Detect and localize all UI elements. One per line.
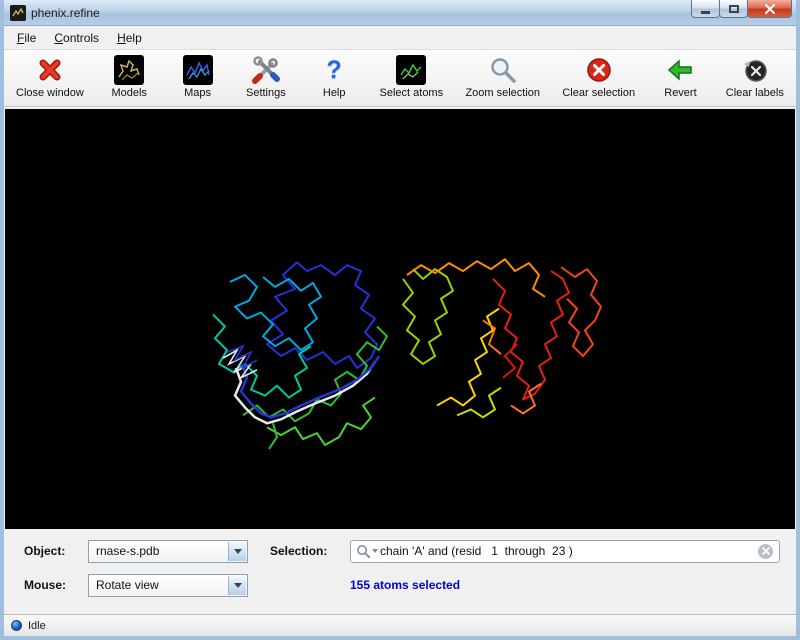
close-button[interactable]: [747, 0, 792, 18]
tool-label: Revert: [664, 87, 696, 99]
clear-labels-icon: [741, 56, 769, 84]
models-button[interactable]: Models: [106, 54, 152, 99]
menu-bar: File Controls Help: [4, 26, 796, 50]
object-dropdown[interactable]: rnase-s.pdb: [88, 540, 248, 563]
menu-file[interactable]: File: [8, 28, 45, 48]
search-icon: [356, 544, 371, 559]
maps-button[interactable]: Maps: [175, 54, 221, 99]
chevron-down-icon: [234, 549, 242, 554]
close-window-icon: [36, 56, 64, 84]
title-bar[interactable]: phenix.refine: [4, 0, 796, 26]
tool-label: Clear selection: [562, 87, 635, 99]
mouse-mode-dropdown-button[interactable]: [228, 576, 246, 595]
clear-search-button[interactable]: [758, 544, 773, 559]
object-dropdown-value: rnase-s.pdb: [96, 544, 159, 558]
maps-icon: [183, 55, 213, 85]
tool-label: Zoom selection: [465, 87, 540, 99]
mouse-mode-dropdown-value: Rotate view: [96, 578, 159, 592]
mouse-mode-dropdown[interactable]: Rotate view: [88, 574, 248, 597]
clear-search-icon: [762, 547, 770, 555]
selection-input-value[interactable]: chain 'A' and (resid 1 through 23 ): [380, 544, 758, 558]
tool-label: Select atoms: [380, 87, 444, 99]
help-icon: ?: [327, 55, 342, 85]
molecule-render: [5, 109, 795, 529]
tool-label: Settings: [246, 87, 286, 99]
close-window-button[interactable]: Close window: [16, 54, 84, 99]
window-title: phenix.refine: [31, 6, 100, 20]
molecule-viewport[interactable]: [5, 109, 795, 529]
control-panel: Object: rnase-s.pdb Selection: chain 'A'…: [4, 529, 796, 614]
models-icon: [114, 55, 144, 85]
revert-button[interactable]: Revert: [657, 54, 703, 99]
maximize-icon: [729, 5, 739, 13]
revert-icon: [666, 56, 694, 84]
menu-controls[interactable]: Controls: [45, 28, 108, 48]
select-atoms-button[interactable]: Select atoms: [380, 54, 444, 99]
selection-label: Selection:: [270, 544, 350, 558]
help-button[interactable]: ? Help: [311, 54, 357, 99]
window-controls: [692, 0, 792, 18]
status-indicator-icon: [11, 620, 22, 631]
minimize-button[interactable]: [691, 0, 720, 18]
menu-help[interactable]: Help: [108, 28, 151, 48]
close-icon: [764, 3, 776, 15]
maximize-button[interactable]: [719, 0, 748, 18]
settings-button[interactable]: Settings: [243, 54, 289, 99]
object-dropdown-button[interactable]: [228, 542, 246, 561]
status-text: Idle: [28, 620, 46, 632]
mouse-mode-row: Mouse: Rotate view 155 atoms selected: [4, 573, 796, 597]
status-bar: Idle: [4, 614, 796, 636]
clear-labels-button[interactable]: Clear labels: [726, 54, 784, 99]
chevron-down-icon: [234, 583, 242, 588]
tool-label: Maps: [184, 87, 211, 99]
selection-input[interactable]: chain 'A' and (resid 1 through 23 ): [350, 540, 780, 563]
select-atoms-icon: [396, 55, 426, 85]
minimize-icon: [701, 11, 710, 14]
object-label: Object:: [24, 544, 88, 558]
clear-selection-icon: [585, 56, 613, 84]
app-icon: [10, 5, 26, 21]
tool-label: Close window: [16, 87, 84, 99]
app-window: phenix.refine File Controls Help: [0, 0, 800, 640]
zoom-selection-button[interactable]: Zoom selection: [465, 54, 540, 99]
tool-label: Clear labels: [726, 87, 784, 99]
clear-selection-button[interactable]: Clear selection: [562, 54, 635, 99]
settings-icon: [252, 56, 280, 84]
search-options-caret-icon: [372, 549, 378, 553]
tool-label: Help: [323, 87, 346, 99]
tool-label: Models: [111, 87, 146, 99]
toolbar: Close window Models Maps: [4, 50, 796, 107]
object-selection-row: Object: rnase-s.pdb Selection: chain 'A'…: [4, 539, 796, 563]
mouse-label: Mouse:: [24, 578, 88, 592]
atoms-selected-status: 155 atoms selected: [350, 578, 460, 592]
search-icon-wrap[interactable]: [351, 544, 380, 559]
zoom-selection-icon: [489, 56, 517, 84]
